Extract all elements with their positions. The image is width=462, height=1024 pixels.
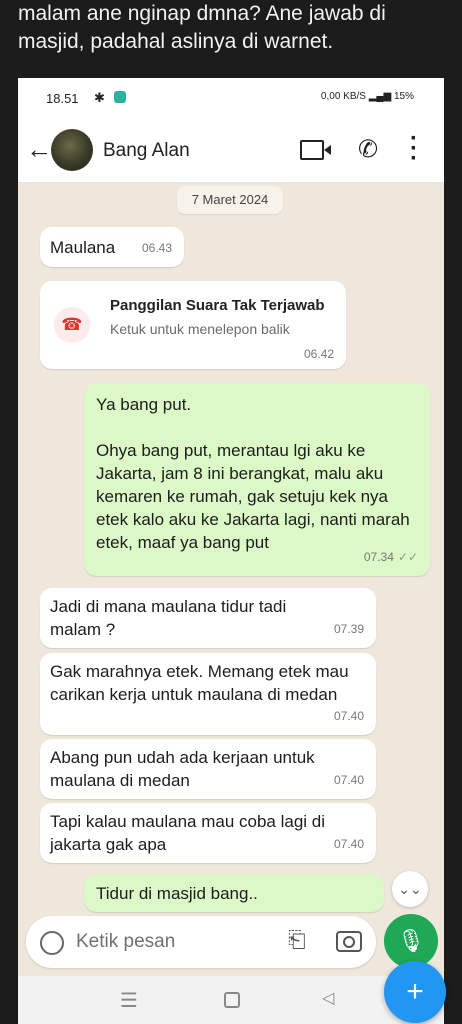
battery-level: 15% [393,91,414,102]
message-time: 07.40 [333,709,364,723]
message-text: Abang pun udah ada kerjaan untuk maulana… [50,748,320,790]
message-time: 07.39 [333,622,364,636]
message-input-bar[interactable]: Ketik pesan ⎗ [26,916,376,968]
message-bubble[interactable]: Tapi kalau maulana mau coba lagi di jaka… [40,803,376,863]
message-input[interactable]: Ketik pesan [76,931,175,953]
paperclip-icon[interactable]: ⎗ [288,927,306,953]
net-speed: 0,00 KB/S [320,91,366,102]
message-text: Gak marahnya etek. Memang etek mau carik… [50,662,354,704]
status-time: 18.51 [46,91,79,106]
camera-icon[interactable] [336,931,362,952]
message-text: Jadi di mana maulana tidur tadi malam ? [50,597,291,639]
message-text: Maulana [50,238,116,257]
avatar[interactable] [51,129,93,171]
contact-name[interactable]: Bang Alan [103,140,190,162]
microphone-icon[interactable]: 🎙 [384,914,438,968]
missed-call-title: Panggilan Suara Tak Terjawab [110,297,325,314]
notification-icon: ✱ [94,90,105,105]
message-time-wrap: 07.34 ✓✓ [364,546,418,569]
message-bubble[interactable]: Tidur di masjid bang.. [84,874,384,912]
message-time: 07.34 [363,550,394,564]
missed-call-icon: ☎ [54,307,90,343]
video-call-icon[interactable] [300,140,331,160]
message-text: Tapi kalau maulana mau coba lagi di jaka… [50,812,330,854]
double-check-icon: ✓✓ [397,550,418,564]
plus-icon[interactable]: + [384,961,446,1023]
post-caption: malam ane nginap dmna? Ane jawab di masj… [18,2,386,53]
message-text: Tidur di masjid bang.. [96,884,258,903]
emoji-icon[interactable] [40,931,64,955]
phone-screen: 18.51 ✱ 0,00 KB/S ▂▄▆ 15% ← Bang Alan ✆ … [18,78,444,1024]
message-text: Ya bang put. Ohya bang put, merantau lgi… [96,395,410,552]
message-time: 07.40 [333,773,364,787]
message-bubble[interactable]: Ya bang put. Ohya bang put, merantau lgi… [84,383,430,576]
recent-apps-icon[interactable]: ☰ [120,988,138,1013]
message-bubble[interactable]: Jadi di mana maulana tidur tadi malam ? … [40,588,376,648]
phone-icon[interactable]: ✆ [358,135,378,164]
home-icon[interactable] [224,992,240,1008]
app-notification-icon [114,91,126,103]
missed-call-time: 06.42 [303,347,334,361]
message-time: 07.40 [333,837,364,851]
message-bubble[interactable]: Maulana 06.43 [40,227,184,267]
nav-back-icon[interactable]: ◁ [322,988,334,1008]
missed-call-subtitle: Ketuk untuk menelepon balik [110,321,290,337]
status-bar: 18.51 ✱ 0,00 KB/S ▂▄▆ 15% [18,78,444,118]
more-vertical-icon[interactable]: · · · [410,127,418,171]
scroll-down-icon[interactable]: ⌄⌄ [392,871,428,907]
system-nav-bar: ☰ ◁ [18,976,444,1024]
message-time: 06.43 [141,241,172,255]
missed-call-card[interactable]: ☎ Panggilan Suara Tak Terjawab Ketuk unt… [40,281,346,369]
message-bubble[interactable]: Gak marahnya etek. Memang etek mau carik… [40,653,376,735]
signal-icon: ▂▄▆ [368,91,394,102]
message-bubble[interactable]: Abang pun udah ada kerjaan untuk maulana… [40,739,376,799]
date-badge: 7 Maret 2024 [177,186,283,214]
chat-header: ← Bang Alan ✆ · · · [18,118,444,183]
status-indicators: 0,00 KB/S ▂▄▆ 15% [321,91,414,102]
arrow-left-icon[interactable]: ← [26,136,52,162]
